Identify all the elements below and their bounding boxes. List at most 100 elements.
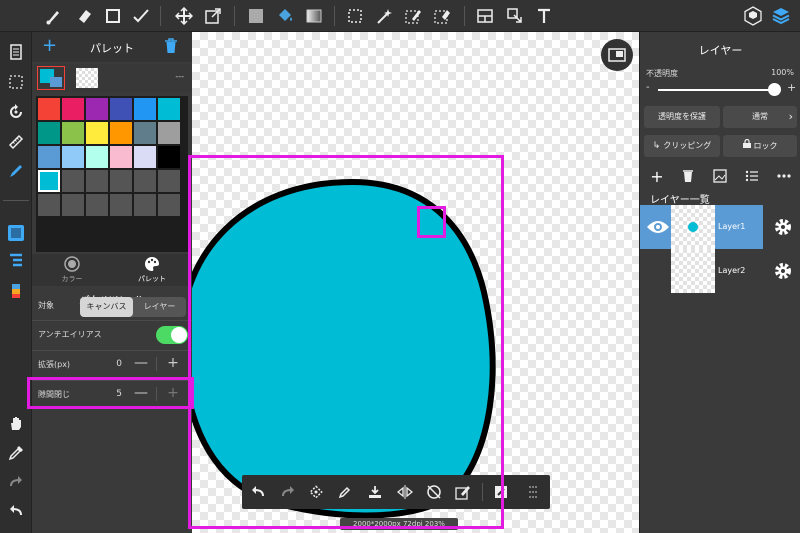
layer-name: Layer1: [718, 222, 746, 231]
palette-color-cell[interactable]: [62, 170, 84, 192]
fill-color-icon[interactable]: [244, 4, 268, 28]
layer-row-layer1[interactable]: Layer1: [640, 205, 800, 249]
secondary-color-swatch[interactable]: [76, 68, 98, 88]
palette-color-cell[interactable]: [86, 122, 108, 144]
list-icon[interactable]: [744, 168, 760, 184]
opacity-slider-handle[interactable]: [768, 83, 781, 96]
palette-color-cell[interactable]: [158, 98, 180, 120]
opacity-plus[interactable]: +: [787, 81, 796, 94]
palette-color-cell[interactable]: [38, 122, 60, 144]
palette-color-cell[interactable]: [158, 170, 180, 192]
opacity-slider[interactable]: [658, 89, 774, 91]
add-image-layer-icon[interactable]: [712, 168, 728, 184]
ruler-icon[interactable]: [4, 130, 28, 154]
antialias-toggle[interactable]: [156, 326, 188, 344]
palette-color-cell[interactable]: [134, 146, 156, 168]
grip-icon[interactable]: [523, 482, 543, 502]
more-icon[interactable]: [776, 168, 792, 184]
palette-color-cell[interactable]: [38, 98, 60, 120]
palette-color-cell[interactable]: [110, 98, 132, 120]
navigator-button[interactable]: [601, 39, 633, 71]
operation-icon[interactable]: [503, 4, 527, 28]
gradient-icon[interactable]: [302, 4, 326, 28]
antialias-row: アンチエイリアス: [32, 320, 192, 348]
antialias-label: アンチエイリアス: [38, 330, 102, 339]
hand-icon[interactable]: [4, 411, 28, 435]
tab-palette[interactable]: パレット: [112, 254, 192, 286]
eye-icon[interactable]: [646, 218, 670, 236]
layers-icon[interactable]: [769, 4, 793, 28]
undo-icon[interactable]: [4, 499, 28, 523]
palette-color-cell[interactable]: [110, 122, 132, 144]
target-segmented-control: キャンバス レイヤー: [80, 297, 186, 317]
clipping-button[interactable]: ↳ クリッピング: [644, 135, 720, 157]
move-icon[interactable]: [172, 4, 196, 28]
add-layer-icon[interactable]: +: [649, 167, 665, 186]
palette-color-cell[interactable]: [62, 146, 84, 168]
transform-icon[interactable]: [201, 4, 225, 28]
delete-layer-icon[interactable]: [680, 168, 696, 184]
palette-color-cell[interactable]: [86, 146, 108, 168]
selection-icon[interactable]: [4, 70, 28, 94]
palette-color-cell[interactable]: [86, 170, 108, 192]
palette-color-cell[interactable]: [86, 98, 108, 120]
palette-grid: [36, 96, 188, 252]
trash-icon[interactable]: [164, 38, 178, 58]
palette-color-cell[interactable]: [110, 146, 132, 168]
palette-color-cell[interactable]: [38, 146, 60, 168]
pen-blue-icon[interactable]: [4, 159, 28, 183]
gear-icon[interactable]: [773, 217, 793, 237]
brush-color-icon[interactable]: [4, 279, 28, 303]
tab-color-label: カラー: [61, 275, 83, 283]
blend-mode-button[interactable]: 通常 ›: [723, 106, 797, 128]
bucket-icon[interactable]: [273, 4, 297, 28]
palette-color-cell[interactable]: [158, 146, 180, 168]
palette-color-cell[interactable]: [110, 170, 132, 192]
protect-alpha-button[interactable]: 透明度を保護: [644, 106, 720, 128]
palette-color-cell[interactable]: [86, 194, 108, 216]
palette-color-cell[interactable]: [62, 194, 84, 216]
primary-color-swatch[interactable]: [37, 66, 65, 90]
select-pen-icon[interactable]: [401, 4, 425, 28]
expand-plus-button[interactable]: +: [164, 355, 182, 373]
dot-brush-icon[interactable]: [129, 4, 153, 28]
layer-row-layer2[interactable]: Layer2: [640, 249, 800, 293]
tab-color[interactable]: カラー: [32, 254, 112, 286]
magic-wand-icon[interactable]: [372, 4, 396, 28]
clipping-label: クリッピング: [663, 141, 712, 150]
brush-icon[interactable]: [42, 4, 66, 28]
palette-color-cell[interactable]: [158, 194, 180, 216]
target-layer-option[interactable]: レイヤー: [133, 297, 186, 317]
palette-color-cell[interactable]: [38, 170, 60, 192]
color-panel-icon[interactable]: [4, 221, 28, 245]
select-rect-icon[interactable]: [343, 4, 367, 28]
layer-list-icon[interactable]: [4, 248, 28, 272]
eraser-icon[interactable]: [73, 4, 97, 28]
toolbar-divider: [334, 6, 335, 26]
palette-color-cell[interactable]: [158, 122, 180, 144]
gear-icon[interactable]: [773, 261, 793, 281]
lock-button[interactable]: ロック: [723, 135, 797, 157]
top-toolbar: [0, 0, 800, 32]
target-canvas-option[interactable]: キャンバス: [80, 297, 133, 317]
palette-color-cell[interactable]: [110, 194, 132, 216]
opacity-minus[interactable]: -: [646, 82, 650, 93]
text-icon[interactable]: [532, 4, 556, 28]
rectangle-icon[interactable]: [101, 4, 125, 28]
eyedropper-icon[interactable]: [4, 441, 28, 465]
frame-divider-icon[interactable]: [473, 4, 497, 28]
pages-icon[interactable]: [4, 40, 28, 64]
layer-thumbnail: [671, 249, 715, 293]
expand-minus-button[interactable]: —: [132, 355, 150, 373]
palette-color-cell[interactable]: [134, 98, 156, 120]
palette-color-cell[interactable]: [38, 194, 60, 216]
palette-color-cell[interactable]: [134, 170, 156, 192]
palette-color-cell[interactable]: [62, 98, 84, 120]
redo-icon[interactable]: [4, 470, 28, 494]
select-eraser-icon[interactable]: [430, 4, 454, 28]
palette-color-cell[interactable]: [134, 122, 156, 144]
rotate-icon[interactable]: [4, 100, 28, 124]
palette-color-cell[interactable]: [62, 122, 84, 144]
palette-color-cell[interactable]: [134, 194, 156, 216]
material-icon[interactable]: [741, 4, 765, 28]
